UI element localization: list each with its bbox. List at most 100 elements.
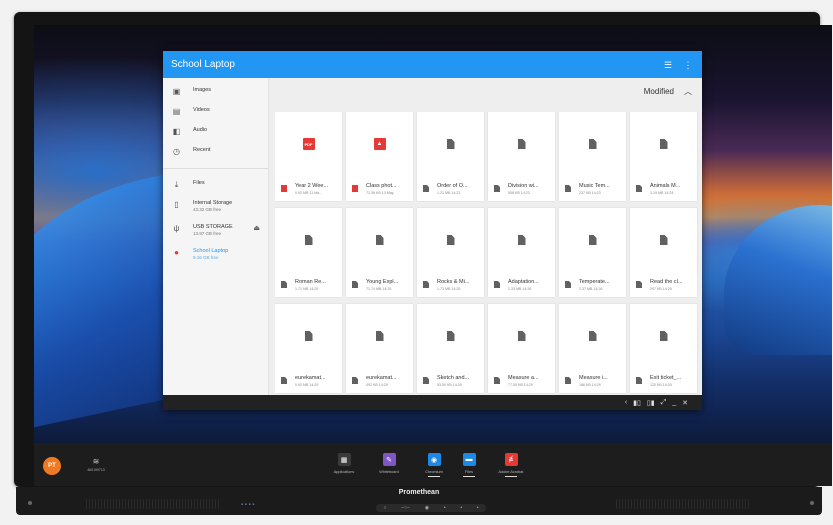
file-thumbnail: PDF bbox=[275, 112, 342, 176]
speaker-grille-left bbox=[86, 499, 221, 509]
file-card[interactable]: Measure i... 186 KB 14:29 bbox=[559, 304, 626, 393]
sidebar-item-audio[interactable]: ◧ Audio bbox=[163, 122, 268, 142]
taskbar-app[interactable]: ▦ Applications bbox=[329, 453, 359, 474]
file-thumbnail bbox=[275, 208, 342, 272]
window-title: School Laptop bbox=[171, 59, 235, 70]
file-name: Sketch and... bbox=[437, 375, 470, 381]
back-icon[interactable]: ‹ bbox=[625, 399, 627, 406]
taskbar: PT ≋ 460199713 ▦ Applications ✎ Whiteboard ◉… bbox=[34, 443, 832, 486]
sidebar-item-internal-storage[interactable]: ▯ Internal Storage 43.32 GB free bbox=[163, 195, 268, 219]
file-name: Measure i... bbox=[579, 375, 608, 381]
laptop-icon: ● bbox=[174, 248, 179, 257]
running-indicator bbox=[505, 476, 517, 477]
file-card[interactable]: ▲ Class phot... 71.36 KB 13 May bbox=[346, 112, 413, 201]
nav-icon[interactable]: • bbox=[444, 505, 446, 511]
document-icon bbox=[659, 235, 668, 245]
taskbar-app[interactable]: ▬ Files bbox=[454, 453, 484, 477]
volume-icon[interactable]: −○− bbox=[401, 505, 410, 511]
sidebar-item-images[interactable]: ▣ Images bbox=[163, 82, 268, 102]
taskbar-app[interactable]: ✎ Whiteboard bbox=[374, 453, 404, 474]
network-status[interactable]: ≋ 460199713 bbox=[81, 457, 111, 472]
file-card[interactable]: Sketch and... 93.50 KB 14:29 bbox=[417, 304, 484, 393]
file-card[interactable]: Young Expl... 71.74 MB 14:25 bbox=[346, 208, 413, 297]
image-icon: ▲ bbox=[373, 138, 386, 150]
file-meta: 93.50 KB 14:29 bbox=[437, 383, 462, 387]
minimize-icon[interactable]: _ bbox=[672, 399, 676, 406]
file-card[interactable]: PDF Year 2 Wee... 0.92 MB 11 Ma... bbox=[275, 112, 342, 201]
maximize-icon[interactable]: ⤢ bbox=[661, 399, 667, 407]
sidebar-item-school-laptop[interactable]: ● School Laptop 9.16 GB free bbox=[163, 243, 268, 267]
file-thumbnail bbox=[488, 112, 555, 176]
sort-label[interactable]: Modified bbox=[644, 87, 674, 96]
eject-icon[interactable]: ⏏ bbox=[253, 224, 260, 232]
file-meta: 492 KB 14:29 bbox=[366, 383, 388, 387]
file-card[interactable]: Animals M... 3.19 MB 14:24 bbox=[630, 112, 697, 201]
sidebar-item-usb-storage[interactable]: ψ USB STORAGE 13.97 GB free ⏏ bbox=[163, 219, 268, 243]
input-icon[interactable]: ○ bbox=[383, 505, 386, 511]
file-card[interactable]: Rocks & Mi... 1.73 MB 14:25 bbox=[417, 208, 484, 297]
document-icon bbox=[565, 281, 571, 288]
document-icon bbox=[281, 377, 287, 384]
document-icon bbox=[636, 377, 642, 384]
file-name: Class phot... bbox=[366, 183, 397, 189]
document-icon bbox=[352, 377, 358, 384]
front-control-panel[interactable]: ○ −○− ◉ • • • bbox=[376, 504, 486, 512]
video-icon: ▤ bbox=[172, 107, 181, 116]
file-thumbnail bbox=[630, 208, 697, 272]
side-input-buttons[interactable]: ▪ ▪ ▪ ▪ bbox=[241, 502, 255, 508]
nav-icon-2[interactable]: • bbox=[460, 505, 462, 511]
close-icon[interactable]: ✕ bbox=[682, 399, 688, 407]
document-icon bbox=[423, 377, 429, 384]
sidebar-item-files[interactable]: ⤓ Files bbox=[163, 175, 268, 195]
file-card[interactable]: Music Tem... 237 KB 14:23 bbox=[559, 112, 626, 201]
running-indicator bbox=[428, 476, 440, 477]
file-grid: PDF Year 2 Wee... 0.92 MB 11 Ma... ▲ Class p… bbox=[275, 112, 698, 394]
file-name: eurekamat... bbox=[295, 375, 326, 381]
sidebar-item-videos[interactable]: ▤ Videos bbox=[163, 102, 268, 122]
sidebar-divider bbox=[163, 168, 268, 169]
file-card[interactable]: Temperate... 2.37 MB 14:26 bbox=[559, 208, 626, 297]
file-meta: 77.50 KB 14:29 bbox=[508, 383, 533, 387]
more-options-icon[interactable]: ⋮ bbox=[682, 59, 694, 71]
document-icon bbox=[352, 281, 358, 288]
document-icon bbox=[423, 281, 429, 288]
file-name: Division wi... bbox=[508, 183, 539, 189]
wifi-icon: ≋ bbox=[92, 457, 100, 466]
file-card[interactable]: Measure a... 77.50 KB 14:29 bbox=[488, 304, 555, 393]
file-meta: 508 KB 14:23 bbox=[508, 191, 530, 195]
list-view-icon[interactable]: ☰ bbox=[662, 59, 674, 71]
sidebar-item-recent[interactable]: ◷ Recent bbox=[163, 142, 268, 162]
whiteboard-icon: ✎ bbox=[382, 453, 396, 466]
sidebar: ▣ Images ▤ Videos ◧ Audio ◷ Recent ⤓ Fil… bbox=[163, 78, 269, 395]
file-card[interactable]: Roman Re... 1.71 MB 14:25 bbox=[275, 208, 342, 297]
file-thumbnail bbox=[346, 208, 413, 272]
file-card[interactable]: Order of O... 1.21 MB 14:23 bbox=[417, 112, 484, 201]
file-card[interactable]: Division wi... 508 KB 14:23 bbox=[488, 112, 555, 201]
home-icon[interactable]: ◉ bbox=[425, 505, 429, 511]
taskbar-app-label: Adobe Acrobat bbox=[498, 470, 524, 474]
split-right-icon[interactable]: ▯▮ bbox=[647, 399, 655, 407]
file-card[interactable]: Read the cl... 297 KB 14:29 bbox=[630, 208, 697, 297]
document-icon bbox=[446, 139, 455, 149]
nav-icon-3[interactable]: • bbox=[477, 505, 479, 511]
document-icon bbox=[446, 235, 455, 245]
file-meta: 186 KB 14:29 bbox=[579, 383, 601, 387]
running-indicator bbox=[463, 476, 475, 477]
file-thumbnail bbox=[559, 304, 626, 368]
avatar[interactable]: PT bbox=[43, 457, 61, 475]
taskbar-app[interactable]: ◉ Chromium bbox=[419, 453, 449, 477]
document-icon bbox=[375, 235, 384, 245]
file-meta: 237 KB 14:23 bbox=[579, 191, 601, 195]
file-card[interactable]: eurekamat... 0.92 MB 14:29 bbox=[275, 304, 342, 393]
file-meta: 1.71 MB 14:25 bbox=[295, 287, 319, 291]
file-card[interactable]: Exit ticket_... 120 KB 14:30 bbox=[630, 304, 697, 393]
document-icon bbox=[588, 235, 597, 245]
document-icon bbox=[517, 139, 526, 149]
document-icon bbox=[659, 331, 668, 341]
file-card[interactable]: eurekamat... 492 KB 14:29 bbox=[346, 304, 413, 393]
taskbar-app[interactable]: ⱥ Adobe Acrobat bbox=[496, 453, 526, 477]
file-card[interactable]: Adaptation... 2.33 MB 14:26 bbox=[488, 208, 555, 297]
split-left-icon[interactable]: ▮▯ bbox=[633, 399, 641, 407]
file-name: Year 2 Wee... bbox=[295, 183, 329, 189]
chevron-up-icon[interactable]: ︿ bbox=[684, 86, 692, 97]
